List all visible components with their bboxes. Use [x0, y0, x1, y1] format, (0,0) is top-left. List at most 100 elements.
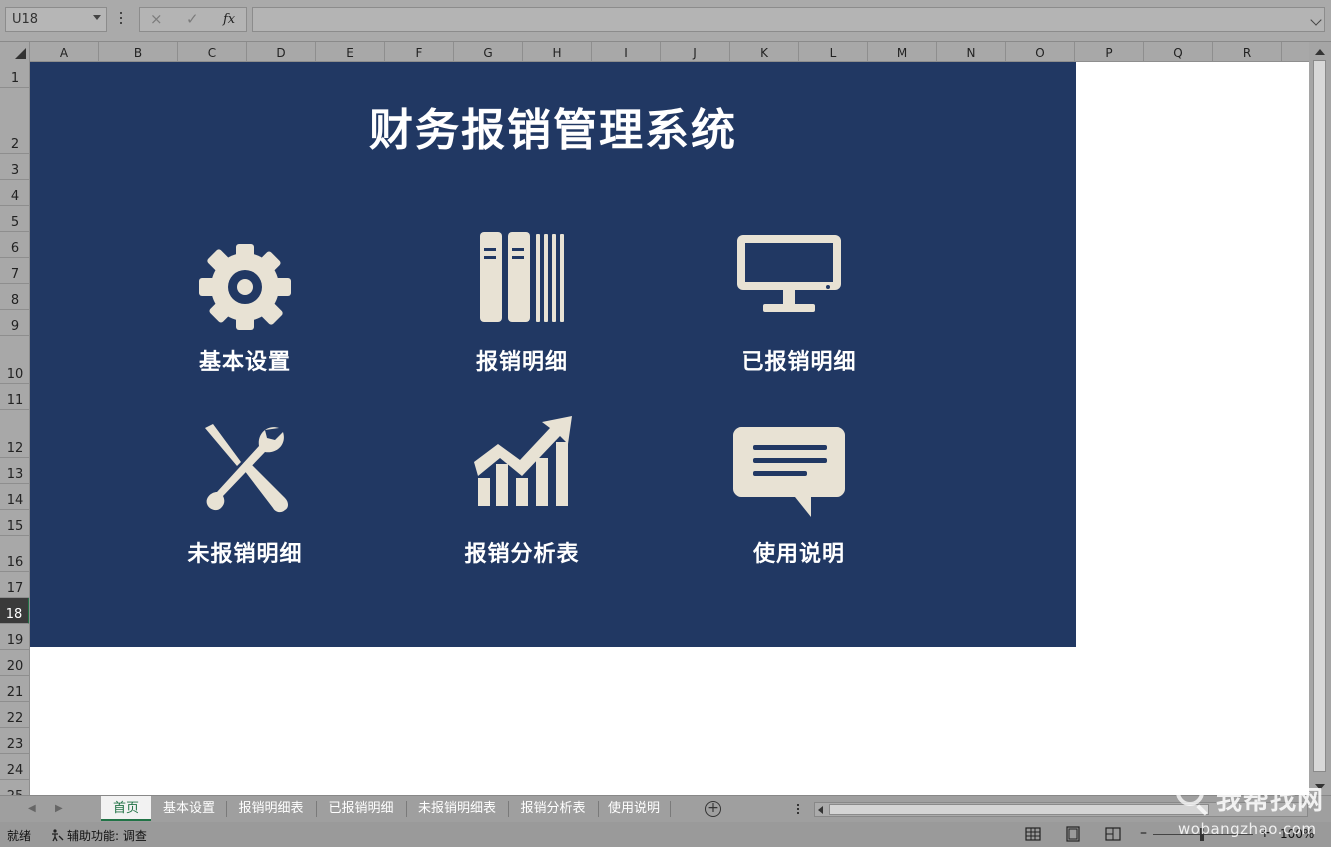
column-header-j[interactable]: J — [661, 42, 730, 62]
cancel-icon[interactable]: × — [150, 10, 163, 28]
row-header-3[interactable]: 3 — [0, 154, 29, 180]
expand-formula-icon[interactable] — [1310, 14, 1322, 26]
add-sheet-icon[interactable]: + — [705, 801, 721, 817]
row-header-19[interactable]: 19 — [0, 624, 29, 650]
select-all-button[interactable] — [0, 42, 30, 62]
tab-reimbursed-details[interactable]: 已报销明细 — [319, 796, 403, 821]
tile-label: 报销明细 — [475, 350, 568, 375]
row-header-17[interactable]: 17 — [0, 572, 29, 598]
row-header-6[interactable]: 6 — [0, 232, 29, 258]
zoom-level[interactable]: 100% — [1280, 827, 1314, 841]
row-header-5[interactable]: 5 — [0, 206, 29, 232]
column-header-p[interactable]: P — [1075, 42, 1144, 62]
zoom-out-button[interactable]: – — [1140, 825, 1147, 841]
accessibility-status[interactable]: 辅助功能: 调查 — [50, 827, 147, 844]
row-header-21[interactable]: 21 — [0, 676, 29, 702]
tab-divider — [508, 801, 509, 817]
formula-buttons: × ✓ fx — [139, 7, 247, 32]
column-header-n[interactable]: N — [937, 42, 1006, 62]
row-header-16[interactable]: 16 — [0, 536, 29, 572]
page-layout-view-icon[interactable] — [1064, 825, 1082, 843]
chart-trend-icon — [474, 416, 572, 506]
gear-icon — [199, 244, 291, 330]
chevron-down-icon[interactable] — [93, 15, 101, 20]
row-header-1[interactable]: 1 — [0, 62, 29, 88]
scrollbar-thumb[interactable] — [1313, 60, 1326, 772]
column-header-q[interactable]: Q — [1144, 42, 1213, 62]
row-header-25[interactable]: 25 — [0, 780, 29, 795]
more-tabs-icon[interactable] — [797, 804, 800, 816]
row-header-20[interactable]: 20 — [0, 650, 29, 676]
column-header-i[interactable]: I — [592, 42, 661, 62]
row-header-15[interactable]: 15 — [0, 510, 29, 536]
books-icon — [480, 232, 564, 322]
column-header-m[interactable]: M — [868, 42, 937, 62]
row-header-9[interactable]: 9 — [0, 310, 29, 336]
tile-expense-details[interactable]: 报销明细 — [422, 232, 622, 392]
tile-label: 使用说明 — [752, 542, 845, 567]
tab-divider — [406, 801, 407, 817]
scroll-left-icon[interactable] — [818, 806, 823, 814]
row-header-10[interactable]: 10 — [0, 336, 29, 384]
row-header-12[interactable]: 12 — [0, 410, 29, 458]
tools-icon — [205, 424, 288, 513]
check-icon[interactable]: ✓ — [186, 10, 199, 28]
tile-unreimbursed-details[interactable]: 未报销明细 — [145, 422, 345, 582]
tile-reimbursed-details[interactable]: 已报销明细 — [699, 232, 899, 392]
tab-prev-icon[interactable]: ◀ — [28, 803, 36, 814]
formula-input[interactable] — [252, 7, 1325, 32]
sheet-grid[interactable]: 财务报销管理系统 基本设置 报销明细 已报销明细 未报销明细 报销分析表 使用说… — [30, 62, 1309, 795]
column-header-g[interactable]: G — [454, 42, 523, 62]
column-header-d[interactable]: D — [247, 42, 316, 62]
row-header-18[interactable]: 18 — [0, 598, 29, 624]
column-header-h[interactable]: H — [523, 42, 592, 62]
row-header-7[interactable]: 7 — [0, 258, 29, 284]
row-header-4[interactable]: 4 — [0, 180, 29, 206]
tab-unreimbursed-details[interactable]: 未报销明细表 — [409, 796, 505, 821]
scroll-down-icon[interactable] — [1315, 784, 1325, 790]
column-header-e[interactable]: E — [316, 42, 385, 62]
column-header-a[interactable]: A — [30, 42, 99, 62]
tile-user-guide[interactable]: 使用说明 — [699, 427, 899, 587]
zoom-in-button[interactable]: + — [1259, 825, 1271, 841]
page-break-view-icon[interactable] — [1104, 825, 1122, 843]
column-header: A B C D E F G H I J K L M N O P Q R — [0, 42, 1331, 62]
horizontal-scrollbar[interactable] — [814, 802, 1308, 817]
scroll-up-icon[interactable] — [1315, 49, 1325, 55]
function-icon[interactable]: fx — [223, 12, 235, 27]
column-header-b[interactable]: B — [99, 42, 178, 62]
horizontal-scrollbar-thumb[interactable] — [829, 804, 1209, 815]
tab-home[interactable]: 首页 — [101, 796, 151, 821]
row-header-8[interactable]: 8 — [0, 284, 29, 310]
name-box[interactable]: U18 — [5, 7, 107, 32]
tile-label: 已报销明细 — [741, 350, 857, 375]
row-header-22[interactable]: 22 — [0, 702, 29, 728]
tab-expense-details[interactable]: 报销明细表 — [229, 796, 313, 821]
normal-view-icon[interactable] — [1024, 825, 1042, 843]
tile-basic-settings[interactable]: 基本设置 — [145, 242, 345, 402]
column-header-f[interactable]: F — [385, 42, 454, 62]
row-header-13[interactable]: 13 — [0, 458, 29, 484]
column-header-r[interactable]: R — [1213, 42, 1282, 62]
row-header-24[interactable]: 24 — [0, 754, 29, 780]
tab-user-guide[interactable]: 使用说明 — [601, 796, 667, 821]
tab-expense-analysis[interactable]: 报销分析表 — [511, 796, 595, 821]
row-header-11[interactable]: 11 — [0, 384, 29, 410]
column-header-o[interactable]: O — [1006, 42, 1075, 62]
tile-label: 基本设置 — [198, 350, 291, 375]
column-header-k[interactable]: K — [730, 42, 799, 62]
column-header-l[interactable]: L — [799, 42, 868, 62]
tile-expense-analysis[interactable]: 报销分析表 — [422, 414, 622, 574]
excel-window: U18 × ✓ fx A B C D E F G H I J K L M N O… — [0, 0, 1331, 847]
more-options-icon[interactable] — [119, 12, 123, 28]
vertical-scrollbar[interactable] — [1309, 42, 1331, 795]
status-ready: 就绪 — [7, 829, 32, 843]
row-header-14[interactable]: 14 — [0, 484, 29, 510]
row-header-2[interactable]: 2 — [0, 88, 29, 154]
tab-next-icon[interactable]: ▶ — [55, 803, 63, 814]
tab-basic-settings[interactable]: 基本设置 — [155, 796, 223, 821]
column-header-c[interactable]: C — [178, 42, 247, 62]
row-header-23[interactable]: 23 — [0, 728, 29, 754]
zoom-slider-knob[interactable] — [1200, 828, 1204, 841]
name-box-value: U18 — [12, 12, 39, 27]
